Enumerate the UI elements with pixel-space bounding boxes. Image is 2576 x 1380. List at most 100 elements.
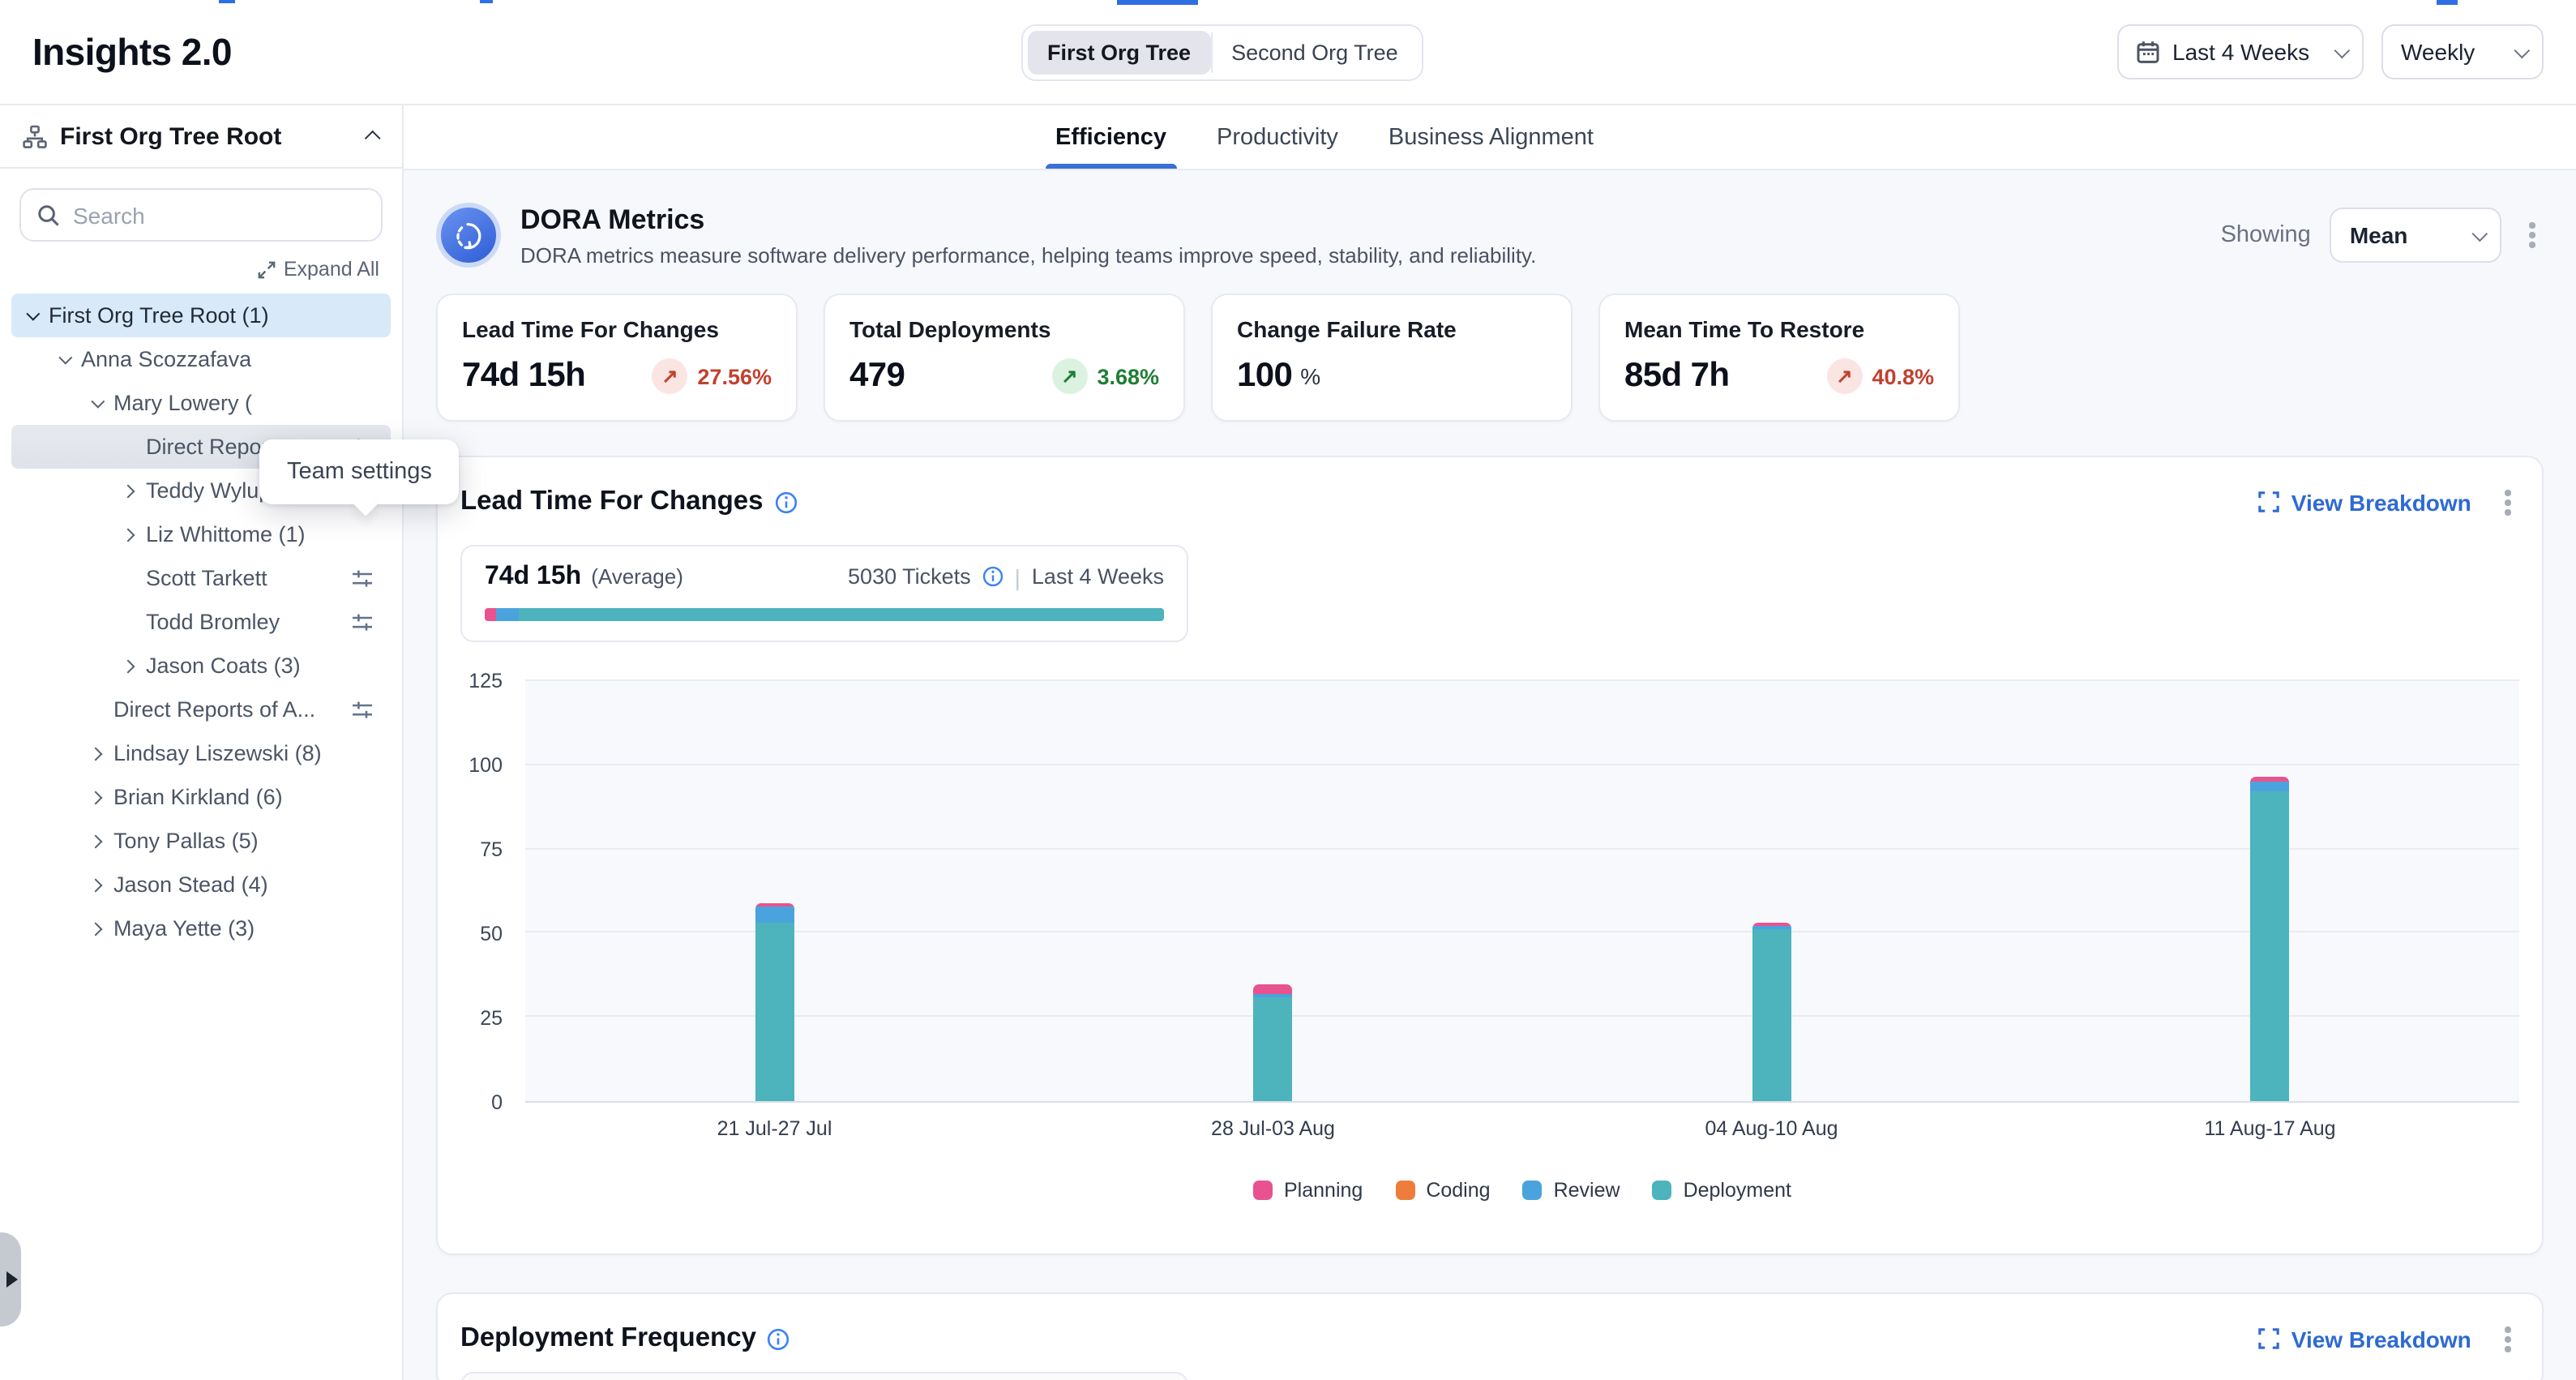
team-settings-icon[interactable] [352,568,373,588]
chevron-right-icon[interactable] [89,791,103,804]
tree-item-mary[interactable]: Mary Lowery ( [11,381,391,425]
chevron-right-icon[interactable] [89,922,103,936]
tree-item-root[interactable]: First Org Tree Root (1) [11,294,391,337]
x-axis: 21 Jul-27 Jul 28 Jul-03 Aug 04 Aug-10 Au… [525,1117,2519,1143]
tab-business-alignment[interactable]: Business Alignment [1385,105,1597,169]
info-icon[interactable] [768,1328,790,1351]
arrow-right-icon [6,1271,17,1288]
tree-item-liz[interactable]: Liz Whittome (1) [11,512,391,556]
tree-item-brian[interactable]: Brian Kirkland (6) [11,775,391,819]
bar-11 Aug-17 Aug[interactable] [2251,776,2290,1101]
section-title: Deployment Frequency [460,1324,756,1355]
chevron-right-icon[interactable] [89,747,103,761]
granularity-select-value: Weekly [2401,39,2475,65]
expand-icon [2259,492,2280,513]
lead-time-chart: 0 25 50 75 100 125 21 Jul-27 Jul 28 Jul [460,681,2519,1202]
team-settings-icon[interactable] [352,700,373,719]
showing-label: Showing [2221,222,2311,248]
tree-item-direct-reports-of-a[interactable]: Direct Reports of A... [11,688,391,731]
tree-item-anna[interactable]: Anna Scozzafava [11,337,391,381]
chevron-down-icon [2334,42,2348,57]
legend-item: Planning [1253,1179,1363,1202]
chevron-right-icon[interactable] [122,659,135,673]
dora-cycle-icon [436,203,501,268]
top-edge-artifact [480,0,493,3]
tab-productivity[interactable]: Productivity [1213,105,1341,169]
chevron-right-icon[interactable] [89,878,103,892]
calendar-icon [2137,41,2159,63]
tree-item-jason-coats[interactable]: Jason Coats (3) [11,644,391,688]
info-icon[interactable] [775,491,798,514]
trend-up-icon: ↗ [652,358,687,394]
deployment-summary-box [460,1372,1188,1380]
toggle-first-org-tree[interactable]: First Org Tree [1028,31,1210,75]
top-edge-artifact [219,0,235,3]
sidebar-header[interactable]: First Org Tree Root [0,105,402,169]
progress-segment-review [495,608,518,621]
chevron-right-icon[interactable] [89,834,103,848]
trend-badge: ↗ 27.56% [652,358,772,394]
tickets-count: 5030 Tickets [848,565,971,589]
gridline [525,764,2519,765]
view-breakdown-link[interactable]: View Breakdown [2259,1326,2471,1352]
gridline [525,847,2519,849]
trend-up-icon: ↗ [1051,358,1087,394]
main-content: Efficiency Productivity Business Alignme… [404,105,2576,1380]
average-value: 74d 15h [485,563,581,592]
granularity-select[interactable]: Weekly [2381,24,2544,79]
period-select[interactable]: Last 4 Weeks [2117,24,2364,79]
tree-item-tony[interactable]: Tony Pallas (5) [11,819,391,863]
sidebar-title: First Org Tree Root [60,122,281,150]
expand-all-button[interactable]: Expand All [23,258,379,281]
team-settings-icon[interactable] [352,612,373,632]
metric-card-total-deployments: Total Deployments 479 ↗ 3.68% [824,294,1185,422]
top-header: Insights 2.0 First Org Tree Second Org T… [0,0,2576,105]
tree-item-lindsay[interactable]: Lindsay Liszewski (8) [11,731,391,775]
lead-time-summary: 74d 15h (Average) 5030 Tickets | Last 4 … [460,545,1188,642]
deployment-frequency-section: Deployment Frequency View Breakdown [436,1292,2544,1380]
org-tree-icon [23,124,47,148]
legend-swatch [1523,1181,1543,1200]
chevron-right-icon[interactable] [122,528,135,542]
tree-item-scott[interactable]: Scott Tarkett [11,556,391,600]
toggle-second-org-tree[interactable]: Second Org Tree [1212,31,1418,75]
legend-item: Deployment [1653,1179,1791,1202]
dora-menu-button[interactable] [2522,216,2544,255]
showing-select[interactable]: Mean [2330,208,2502,263]
metric-value: 479 [849,357,905,396]
view-breakdown-link[interactable]: View Breakdown [2259,490,2471,516]
chevron-down-icon[interactable] [26,306,40,320]
gridline [525,1015,2519,1017]
chevron-down-icon[interactable] [58,350,72,364]
tree-item-maya[interactable]: Maya Yette (3) [11,906,391,950]
tree-item-todd[interactable]: Todd Bromley [11,600,391,644]
chevron-up-icon[interactable] [364,131,379,146]
chevron-down-icon[interactable] [91,394,105,408]
expand-icon [2259,1329,2280,1350]
legend-item: Review [1523,1179,1620,1202]
metric-card-mean-time-to-restore: Mean Time To Restore 85d 7h ↗ 40.8% [1598,294,1960,422]
lead-time-progress [485,608,1164,621]
bar-21 Jul-27 Jul[interactable] [755,903,794,1101]
org-tree: First Org Tree Root (1) Anna Scozzafava … [0,294,402,950]
dora-header: DORA Metrics DORA metrics measure softwa… [436,203,2544,268]
average-label: (Average) [591,565,683,589]
search-icon [37,204,60,226]
info-icon[interactable] [982,567,1003,588]
chevron-down-icon [2472,225,2487,240]
tab-efficiency[interactable]: Efficiency [1052,105,1170,169]
trend-badge: ↗ 3.68% [1051,358,1159,394]
section-menu-button[interactable] [2497,1320,2519,1359]
tree-item-jason-stead[interactable]: Jason Stead (4) [11,863,391,906]
metric-card-lead-time: Lead Time For Changes 74d 15h ↗ 27.56% [436,294,798,422]
top-edge-artifact [2437,0,2458,5]
search-input[interactable] [73,202,365,228]
chart-plot [525,681,2519,1103]
period-select-value: Last 4 Weeks [2172,39,2309,65]
chevron-right-icon[interactable] [122,484,135,498]
sidebar-collapse-handle[interactable] [0,1232,21,1326]
section-menu-button[interactable] [2497,483,2519,522]
bar-28 Jul-03 Aug[interactable] [1254,984,1293,1101]
bar-04 Aug-10 Aug[interactable] [1752,924,1791,1101]
metric-value: 74d 15h [462,357,585,396]
